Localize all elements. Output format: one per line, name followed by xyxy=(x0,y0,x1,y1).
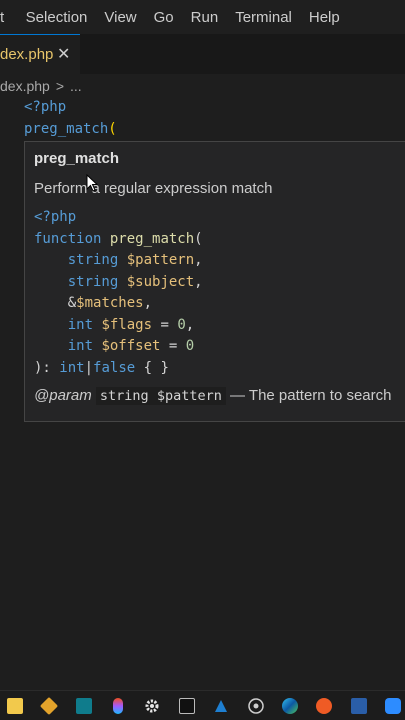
taskbar xyxy=(0,690,405,720)
breadcrumb-more[interactable]: ... xyxy=(70,78,82,94)
hover-title: preg_match xyxy=(34,150,120,167)
close-icon[interactable]: ✕ xyxy=(57,44,70,64)
edge-dev-icon[interactable] xyxy=(213,698,229,714)
file-explorer-icon[interactable] xyxy=(7,698,23,714)
param-tag: @param xyxy=(34,387,92,404)
sig-open-paren: ( xyxy=(194,230,203,247)
param-code: string $pattern xyxy=(95,387,226,405)
sig-p3-ref: & xyxy=(67,295,77,311)
figma-icon[interactable] xyxy=(113,698,123,714)
code-line-1: <?php xyxy=(0,96,405,118)
code-editor[interactable]: <?php preg_match( xyxy=(0,96,405,140)
sig-p1-type: string xyxy=(67,252,119,268)
code-paren: ( xyxy=(108,121,117,137)
cmd-icon[interactable] xyxy=(179,698,195,714)
sig-p3-var: $matches xyxy=(76,295,144,311)
menu-item-selection[interactable]: Selection xyxy=(17,9,96,26)
menu-bar: t Selection View Go Run Terminal Help xyxy=(0,0,405,34)
sig-fn-name: preg_match xyxy=(109,230,195,247)
sig-p5-default: 0 xyxy=(185,338,195,354)
sig-return-type2: false xyxy=(93,359,136,376)
menu-item-view[interactable]: View xyxy=(96,9,145,26)
tab-index-php[interactable]: dex.php ✕ xyxy=(0,34,80,74)
menu-item-go[interactable]: Go xyxy=(145,9,182,26)
breadcrumb-file[interactable]: dex.php xyxy=(0,78,50,94)
edge-icon[interactable] xyxy=(282,698,298,714)
param-text: — The pattern to search xyxy=(225,387,392,404)
sig-p4-default: 0 xyxy=(177,316,186,333)
settings-icon[interactable] xyxy=(144,698,160,714)
sig-p2-var: $subject xyxy=(126,273,195,290)
tab-label: dex.php xyxy=(0,46,54,63)
code-fn-call: preg_match xyxy=(24,121,109,137)
postman-icon[interactable] xyxy=(316,698,332,714)
sig-keyword: function xyxy=(34,230,102,247)
terminal-app-icon[interactable] xyxy=(76,698,92,714)
mouse-pointer-icon xyxy=(86,174,98,192)
chrome-icon[interactable] xyxy=(248,698,264,714)
menu-item-run[interactable]: Run xyxy=(182,9,227,26)
zoom-icon[interactable] xyxy=(385,698,401,714)
breadcrumb: dex.php > ... xyxy=(0,76,82,96)
sig-open-tag: <?php xyxy=(34,209,77,225)
menu-item-edit-partial[interactable]: t xyxy=(0,9,17,26)
powershell-icon[interactable] xyxy=(351,698,367,714)
git-icon[interactable] xyxy=(39,696,59,716)
chevron-right-icon: > xyxy=(55,78,65,94)
php-open-tag: <?php xyxy=(24,99,67,115)
sig-p5-var: $offset xyxy=(101,338,161,354)
hover-description: Perform a regular expression match xyxy=(34,180,273,197)
menu-item-help[interactable]: Help xyxy=(300,9,348,26)
sig-return-type1: int xyxy=(59,359,85,376)
hover-tooltip: preg_match Perform a regular expression … xyxy=(24,141,405,422)
sig-p5-type: int xyxy=(67,338,94,354)
code-line-2: preg_match( xyxy=(0,118,405,140)
sig-p2-type: string xyxy=(67,273,119,290)
sig-p4-type: int xyxy=(67,316,94,333)
sig-return-pipe: | xyxy=(84,359,94,376)
sig-body: { } xyxy=(135,359,169,376)
sig-p4-var: $flags xyxy=(101,316,153,333)
function-signature: <?php function preg_match( string $patte… xyxy=(34,209,203,376)
tab-bar: dex.php ✕ xyxy=(0,34,405,74)
menu-item-terminal[interactable]: Terminal xyxy=(227,9,301,26)
sig-return-prefix: ): xyxy=(34,359,60,376)
param-doc: @param string $pattern — The pattern to … xyxy=(34,387,392,405)
sig-p1-var: $pattern xyxy=(126,252,195,268)
